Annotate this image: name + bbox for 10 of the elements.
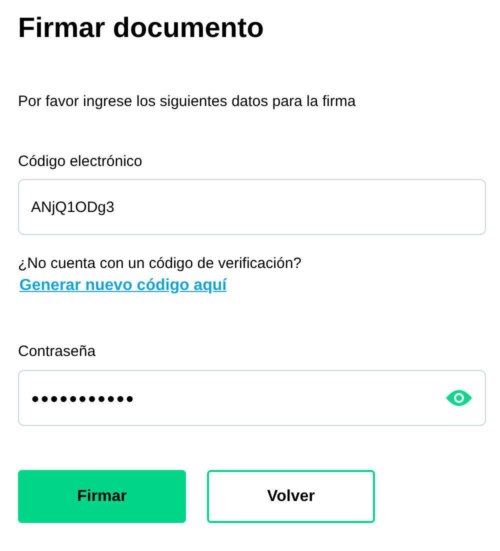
- code-field[interactable]: ANjQ1ODg3: [18, 179, 486, 235]
- sign-button[interactable]: Firmar: [18, 470, 186, 523]
- field-label: Contraseña: [18, 342, 97, 362]
- field-label: Código electrónico: [18, 152, 144, 172]
- eye-icon[interactable]: [445, 388, 473, 408]
- password-field[interactable]: ●●●●●●●●●●●: [18, 370, 486, 426]
- page-title: Firmar documento: [18, 11, 265, 45]
- intro-text: Por favor ingrese los siguientes datos para la firma: [18, 92, 357, 112]
- back-button[interactable]: Volver: [207, 470, 375, 523]
- help-text: ¿No cuenta con un código de verificación?: [18, 254, 302, 274]
